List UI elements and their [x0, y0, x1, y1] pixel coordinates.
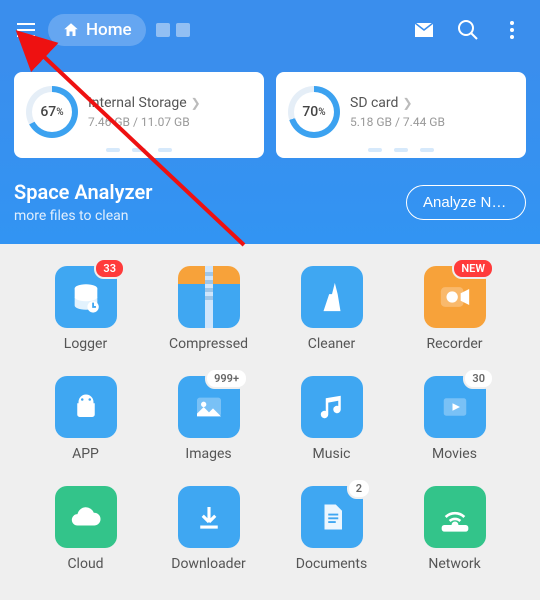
tile-label: Network: [428, 556, 480, 572]
recorder-badge: NEW: [452, 258, 494, 279]
downloader-icon: [178, 486, 240, 548]
tile-documents[interactable]: 2 Documents: [270, 486, 393, 572]
menu-button[interactable]: [8, 12, 44, 48]
tile-label: Movies: [432, 446, 477, 462]
tab-mark: [176, 23, 190, 37]
storage-hero: 67% Internal Storage ❯ 7.46 GB / 11.07 GB…: [0, 60, 540, 244]
tile-cloud[interactable]: Cloud: [24, 486, 147, 572]
search-button[interactable]: [448, 10, 488, 50]
app-toolbar: Home: [0, 0, 540, 60]
documents-badge: 2: [347, 478, 371, 499]
tile-app[interactable]: APP: [24, 376, 147, 462]
tile-label: Cleaner: [308, 336, 355, 352]
space-analyzer-title: Space Analyzer: [14, 180, 152, 204]
tile-recorder[interactable]: NEW Recorder: [393, 266, 516, 352]
internal-storage-sub: 7.46 GB / 11.07 GB: [88, 115, 201, 129]
more-button[interactable]: [492, 10, 532, 50]
tile-label: Recorder: [426, 336, 482, 352]
sd-card-card[interactable]: 70% SD card ❯ 5.18 GB / 7.44 GB: [276, 72, 526, 158]
space-analyzer-subtitle: more files to clean: [14, 208, 152, 224]
hamburger-icon: [14, 18, 38, 42]
home-tab-label: Home: [86, 20, 132, 40]
chevron-right-icon: ❯: [402, 96, 412, 110]
home-icon: [62, 21, 80, 39]
tile-label: Downloader: [171, 556, 246, 572]
sd-card-gauge: 70%: [288, 86, 340, 138]
internal-storage-title: Internal Storage: [88, 95, 187, 111]
more-vertical-icon: [500, 18, 524, 42]
movies-badge: 30: [463, 368, 494, 389]
cloud-icon: [55, 486, 117, 548]
music-icon: [301, 376, 363, 438]
network-icon: [424, 486, 486, 548]
sd-card-pct: 70: [302, 104, 318, 120]
tab-mark: [156, 23, 170, 37]
tab-marks: [156, 23, 190, 37]
tile-label: Documents: [296, 556, 367, 572]
tile-label: Images: [185, 446, 231, 462]
tile-label: Compressed: [169, 336, 248, 352]
analyze-now-button[interactable]: Analyze No…: [406, 185, 526, 220]
tile-label: APP: [72, 446, 99, 462]
app-icon: [55, 376, 117, 438]
logger-badge: 33: [94, 258, 125, 279]
tile-movies[interactable]: 30 Movies: [393, 376, 516, 462]
cleaner-icon: [301, 266, 363, 328]
home-tab[interactable]: Home: [48, 14, 146, 46]
tile-music[interactable]: Music: [270, 376, 393, 462]
internal-storage-gauge: 67%: [26, 86, 78, 138]
internal-storage-pct: 67: [40, 104, 56, 120]
tile-cleaner[interactable]: Cleaner: [270, 266, 393, 352]
tile-images[interactable]: 999+ Images: [147, 376, 270, 462]
search-icon: [456, 18, 480, 42]
category-grid: 33 Logger Compressed Cleaner NEW Recorde…: [0, 244, 540, 572]
mail-button[interactable]: [404, 10, 444, 50]
sd-card-sub: 5.18 GB / 7.44 GB: [350, 115, 445, 129]
tile-label: Music: [313, 446, 351, 462]
sd-card-title: SD card: [350, 95, 398, 111]
tile-label: Cloud: [67, 556, 103, 572]
internal-storage-card[interactable]: 67% Internal Storage ❯ 7.46 GB / 11.07 GB: [14, 72, 264, 158]
chevron-right-icon: ❯: [191, 96, 201, 110]
images-badge: 999+: [205, 368, 248, 389]
tile-compressed[interactable]: Compressed: [147, 266, 270, 352]
tile-logger[interactable]: 33 Logger: [24, 266, 147, 352]
tile-label: Logger: [64, 336, 107, 352]
mail-icon: [412, 18, 436, 42]
compressed-icon: [178, 266, 240, 328]
tile-network[interactable]: Network: [393, 486, 516, 572]
tile-downloader[interactable]: Downloader: [147, 486, 270, 572]
